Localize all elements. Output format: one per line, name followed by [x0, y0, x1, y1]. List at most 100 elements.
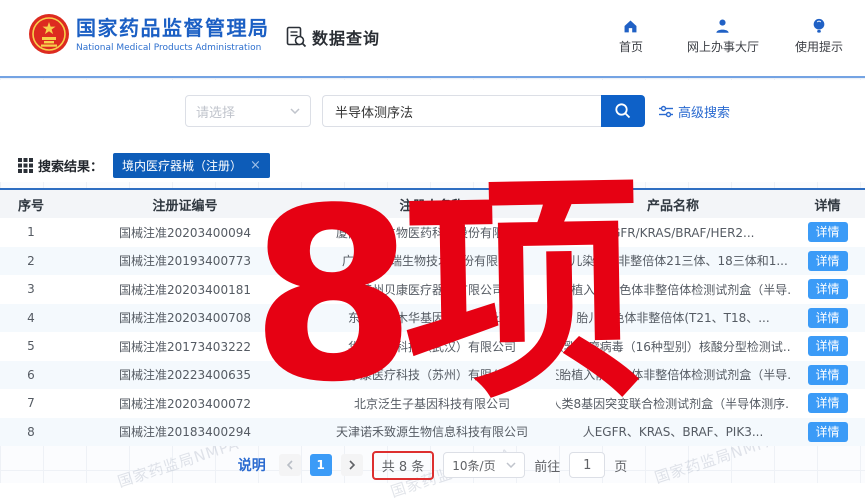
cell-registrant: 北京泛生子基因科技有限公司 [308, 389, 556, 418]
home-icon [622, 18, 639, 34]
chevron-right-icon [348, 460, 356, 470]
filter-tag-label: 境内医疗器械（注册） [122, 157, 242, 174]
header: 国家药品监督管理局 National Medical Products Admi… [0, 0, 865, 78]
table-row: 5 国械注准20173403222 华大生物科技（武汉）有限公司 人乳头瘤病毒（… [0, 332, 865, 361]
cell-registrant: 东莞博奥木华基因科技有限公司 [308, 304, 556, 333]
cell-cert: 国械注准20203400094 [62, 218, 308, 247]
cell-cert: 国械注准20183400294 [62, 418, 308, 447]
site-subtitle: National Medical Products Administration [76, 43, 276, 53]
goto-page-input[interactable] [569, 452, 605, 478]
cell-no: 3 [0, 275, 62, 304]
nav-item-usage-tips[interactable]: 使用提示 [795, 18, 843, 55]
table-body: 1 国械注准20203400094 厦门艾德生物医药科技股份有限公司 人EGFR… [0, 218, 865, 446]
cell-no: 2 [0, 247, 62, 276]
nav-item-service-hall[interactable]: 网上办事大厅 [687, 18, 759, 55]
table-row: 7 国械注准20203400072 北京泛生子基因科技有限公司 人类8基因突变联… [0, 389, 865, 418]
cell-registrant: 序康医疗科技（苏州）有限公司 [308, 361, 556, 390]
nav-item-home[interactable]: 首页 [611, 18, 651, 55]
site-title: 国家药品监督管理局 [76, 16, 276, 40]
nav-item-label: 网上办事大厅 [687, 38, 759, 55]
table-row: 1 国械注准20203400094 厦门艾德生物医药科技股份有限公司 人EGFR… [0, 218, 865, 247]
cell-no: 5 [0, 332, 62, 361]
column-header-no: 序号 [0, 190, 62, 218]
column-header-detail: 详情 [790, 190, 865, 218]
table-row: 3 国械注准20203400181 苏州贝康医疗器械有限公司 胚胎植入前染色体非… [0, 275, 865, 304]
next-page-button[interactable] [341, 454, 363, 476]
detail-button[interactable]: 详情 [808, 365, 848, 385]
total-count-annotated: 共 8 条 [372, 451, 435, 480]
detail-button[interactable]: 详情 [808, 393, 848, 413]
cell-product: 胚胎植入前染色体非整倍体检测试剂盒（半导... [556, 275, 790, 304]
detail-button[interactable]: 详情 [808, 336, 848, 356]
cell-registrant: 广州市达瑞生物技术股份有限公司 [308, 247, 556, 276]
search-bar: 请选择 高级搜索 [0, 95, 865, 127]
note-link[interactable]: 说明 [238, 455, 266, 475]
detail-button[interactable]: 详情 [808, 308, 848, 328]
column-header-registrant: 注册人名称 [308, 190, 556, 218]
cell-cert: 国械注准20203400708 [62, 304, 308, 333]
pagination-bar: 说明 1 共 8 条 10条/页 前往 页 [0, 450, 865, 480]
national-emblem-logo [28, 13, 70, 55]
cell-registrant: 厦门艾德生物医药科技股份有限公司 [308, 218, 556, 247]
cell-product: 人类8基因突变联合检测试剂盒（半导体测序... [556, 389, 790, 418]
cell-product: 人EGFR、KRAS、BRAF、PIK3... [556, 418, 790, 447]
cell-no: 4 [0, 304, 62, 333]
detail-button[interactable]: 详情 [808, 279, 848, 299]
column-header-cert: 注册证编号 [62, 190, 308, 218]
cell-no: 8 [0, 418, 62, 447]
filter-tag[interactable]: 境内医疗器械（注册） × [113, 153, 270, 178]
filter-sliders-icon [659, 105, 673, 118]
cell-cert: 国械注准20203400181 [62, 275, 308, 304]
site-title-block: 国家药品监督管理局 National Medical Products Admi… [76, 16, 276, 53]
advanced-search-link[interactable]: 高级搜索 [659, 102, 730, 121]
cell-registrant: 华大生物科技（武汉）有限公司 [308, 332, 556, 361]
app-title-label: 数据查询 [312, 25, 380, 49]
cell-no: 6 [0, 361, 62, 390]
page-button-1[interactable]: 1 [310, 454, 332, 476]
nav-item-label: 首页 [619, 38, 643, 55]
search-input[interactable] [322, 95, 601, 127]
grid-icon [18, 158, 33, 173]
results-label: 搜索结果： [38, 156, 103, 175]
cell-product: 胎儿染色体非整倍体(T21、T18、... [556, 304, 790, 333]
cell-no: 1 [0, 218, 62, 247]
chevron-left-icon [286, 460, 294, 470]
search-button[interactable] [601, 95, 645, 127]
search-icon [614, 102, 632, 120]
prev-page-button[interactable] [279, 454, 301, 476]
results-table: 序号 注册证编号 注册人名称 产品名称 详情 1 国械注准20203400094… [0, 188, 865, 446]
table-row: 4 国械注准20203400708 东莞博奥木华基因科技有限公司 胎儿染色体非整… [0, 304, 865, 333]
cell-cert: 国械注准20223400635 [62, 361, 308, 390]
nav-item-label: 使用提示 [795, 38, 843, 55]
goto-label: 前往 [534, 456, 560, 475]
table-row: 2 国械注准20193400773 广州市达瑞生物技术股份有限公司 胎儿染色体非… [0, 247, 865, 276]
table-row: 6 国械注准20223400635 序康医疗科技（苏州）有限公司 胚胎植入前染色… [0, 361, 865, 390]
page-size-value: 10条/页 [452, 457, 495, 474]
detail-button[interactable]: 详情 [808, 251, 848, 271]
person-icon [714, 18, 731, 34]
document-search-icon [286, 26, 307, 48]
close-icon[interactable]: × [250, 159, 261, 172]
cell-product: 人EGFR/KRAS/BRAF/HER2... [556, 218, 790, 247]
cell-no: 7 [0, 389, 62, 418]
app-title: 数据查询 [286, 25, 380, 49]
cell-cert: 国械注准20203400072 [62, 389, 308, 418]
cell-product: 人乳头瘤病毒（16种型别）核酸分型检测试... [556, 332, 790, 361]
top-nav: 首页 网上办事大厅 使用提示 [611, 18, 843, 55]
category-select[interactable]: 请选择 [185, 95, 311, 127]
category-select-placeholder: 请选择 [196, 102, 290, 121]
cell-cert: 国械注准20193400773 [62, 247, 308, 276]
detail-button[interactable]: 详情 [808, 222, 848, 242]
cell-cert: 国械注准20173403222 [62, 332, 308, 361]
cell-registrant: 天津诺禾致源生物信息科技有限公司 [308, 418, 556, 447]
search-results-row: 搜索结果： 境内医疗器械（注册） × [18, 152, 270, 178]
column-header-product: 产品名称 [556, 190, 790, 218]
chevron-down-icon [290, 108, 300, 114]
table-row: 8 国械注准20183400294 天津诺禾致源生物信息科技有限公司 人EGFR… [0, 418, 865, 447]
advanced-search-label: 高级搜索 [678, 102, 730, 121]
detail-button[interactable]: 详情 [808, 422, 848, 442]
page-size-select[interactable]: 10条/页 [443, 452, 525, 478]
lightbulb-icon [812, 18, 826, 34]
chevron-down-icon [506, 462, 516, 468]
table-header-row: 序号 注册证编号 注册人名称 产品名称 详情 [0, 190, 865, 218]
